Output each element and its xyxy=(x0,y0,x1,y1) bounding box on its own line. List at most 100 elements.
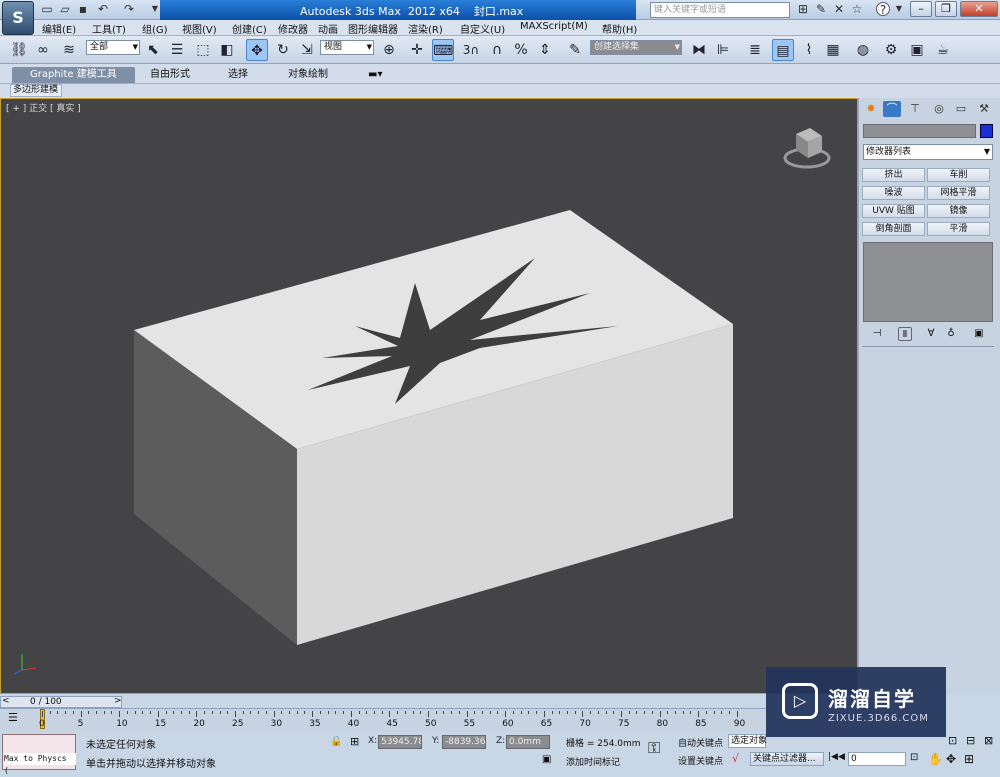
communication-icon[interactable]: ✕ xyxy=(832,2,846,16)
help-dropdown-icon[interactable]: ▼ xyxy=(892,2,906,16)
object-color-swatch[interactable] xyxy=(980,124,993,138)
menu-animation[interactable]: 动画 xyxy=(318,21,338,36)
keyboard-shortcut-override-icon[interactable]: ⌨ xyxy=(432,39,454,61)
help-icon[interactable]: ? xyxy=(876,2,890,17)
remove-modifier-icon[interactable]: ♁ xyxy=(944,327,958,341)
pin-stack-icon[interactable]: ⊣ xyxy=(870,327,884,341)
pivot-center-icon[interactable]: ⊕ xyxy=(378,39,400,61)
minimize-button[interactable]: – xyxy=(910,1,932,17)
selected-objects-dropdown[interactable]: 选定对象 xyxy=(728,734,767,748)
selection-filter-dropdown[interactable]: 全部 xyxy=(86,40,140,55)
maximize-viewport-icon[interactable]: ⊞ xyxy=(964,752,974,766)
time-configuration-icon[interactable]: ⊡ xyxy=(910,752,918,763)
polygon-modeling-tab[interactable]: 多边形建模 xyxy=(10,84,62,97)
render-setup-icon[interactable]: ⚙ xyxy=(880,39,902,61)
object-name-field[interactable] xyxy=(863,124,976,138)
absolute-mode-icon[interactable]: ⊞ xyxy=(350,735,359,748)
align-icon[interactable]: ⊫ xyxy=(712,39,734,61)
rectangular-selection-icon[interactable]: ⬚ xyxy=(192,39,214,61)
modify-tab-icon[interactable]: ⌒ xyxy=(883,101,901,117)
layer-manager-icon[interactable]: ≣ xyxy=(744,39,766,61)
search-input[interactable]: 键入关键字或短语 xyxy=(650,2,790,18)
listener-text[interactable]: Max to Physcs ( xyxy=(4,753,76,775)
noise-button[interactable]: 噪波 xyxy=(862,186,925,200)
undo-icon[interactable]: ↶ xyxy=(96,2,110,16)
bind-space-warp-icon[interactable]: ≋ xyxy=(58,39,80,61)
set-key-icon[interactable]: ⚿ xyxy=(648,738,660,758)
menu-modifiers[interactable]: 修改器 xyxy=(278,21,308,36)
pan-view-icon[interactable]: ✋ xyxy=(928,752,943,766)
utilities-tab-icon[interactable]: ⚒ xyxy=(975,101,993,117)
mirror-icon[interactable]: ⧓ xyxy=(688,39,710,61)
key-filters-icon[interactable]: √ xyxy=(732,752,739,765)
z-coordinate-field[interactable]: 0.0mm xyxy=(506,735,550,749)
viewport-label[interactable]: [ + ] 正交 [ 真实 ] xyxy=(6,101,81,114)
ribbon-options-icon[interactable]: ▬▾ xyxy=(360,67,390,83)
time-slider-next-icon[interactable]: > xyxy=(114,696,122,706)
spinner-snap-icon[interactable]: ⇕ xyxy=(534,39,556,61)
link-icon[interactable]: ⛓ xyxy=(8,39,30,61)
make-unique-icon[interactable]: ∀ xyxy=(924,327,938,341)
save-icon[interactable]: ▪ xyxy=(76,2,90,16)
close-button[interactable]: ✕ xyxy=(960,1,998,17)
viewcube-icon[interactable] xyxy=(782,124,832,170)
open-file-icon[interactable]: ▱ xyxy=(58,2,72,16)
menu-customize[interactable]: 自定义(U) xyxy=(460,21,505,36)
add-time-tag-button[interactable]: 添加时间标记 xyxy=(566,755,620,768)
binoculars-icon[interactable]: ⊞ xyxy=(796,2,810,16)
menu-rendering[interactable]: 渲染(R) xyxy=(408,21,443,36)
quick-access-dropdown-icon[interactable]: ▼ xyxy=(148,2,162,16)
menu-views[interactable]: 视图(V) xyxy=(182,21,217,36)
edit-named-selection-icon[interactable]: ✎ xyxy=(564,39,586,61)
bevel-profile-button[interactable]: 倒角剖面 xyxy=(862,222,925,236)
tab-object-paint[interactable]: 对象绘制 xyxy=(280,67,336,83)
time-tag-icon[interactable]: ▣ xyxy=(542,754,551,765)
angle-snap-icon[interactable]: ∩ xyxy=(486,39,508,61)
new-file-icon[interactable]: ▭ xyxy=(40,2,54,16)
percent-snap-icon[interactable]: % xyxy=(510,39,532,61)
orbit-icon[interactable]: ✥ xyxy=(946,752,956,766)
show-end-result-icon[interactable]: Ⅱ xyxy=(898,327,912,341)
zoom-extents-icon[interactable]: ⊡ xyxy=(948,734,957,747)
restore-button[interactable]: ❐ xyxy=(935,1,957,17)
curve-editor-icon[interactable]: ⌇ xyxy=(798,39,820,61)
create-tab-icon[interactable]: ✸ xyxy=(862,101,880,117)
graphite-toggle-icon[interactable]: ▤ xyxy=(772,39,794,61)
render-production-icon[interactable]: ☕ xyxy=(932,39,954,61)
mini-curve-editor-icon[interactable]: ☰ xyxy=(8,711,18,724)
set-key-button[interactable]: 设置关键点 xyxy=(678,754,723,767)
menu-help[interactable]: 帮助(H) xyxy=(602,21,637,36)
field-of-view-icon[interactable]: ⊠ xyxy=(984,734,993,747)
modifier-stack[interactable] xyxy=(863,242,993,322)
menu-maxscript[interactable]: MAXScript(M) xyxy=(520,21,588,32)
menu-tools[interactable]: 工具(T) xyxy=(92,21,126,36)
uvw-map-button[interactable]: UVW 贴图 xyxy=(862,204,925,218)
x-coordinate-field[interactable]: 53945.786 xyxy=(378,735,422,749)
display-tab-icon[interactable]: ▭ xyxy=(952,101,970,117)
go-to-start-icon[interactable]: |◀◀ xyxy=(828,752,845,762)
menu-graph-editors[interactable]: 图形编辑器 xyxy=(348,21,398,36)
select-object-icon[interactable]: ⬉ xyxy=(142,39,164,61)
mirror-button[interactable]: 镜像 xyxy=(927,204,990,218)
named-selection-dropdown[interactable]: 创建选择集 xyxy=(590,40,682,55)
smooth-button[interactable]: 平滑 xyxy=(927,222,990,236)
app-menu-button[interactable]: S xyxy=(2,1,34,35)
menu-edit[interactable]: 编辑(E) xyxy=(42,21,76,36)
reference-coordinate-dropdown[interactable]: 视图 xyxy=(320,40,374,55)
tab-selection[interactable]: 选择 xyxy=(220,67,256,83)
select-by-name-icon[interactable]: ☰ xyxy=(166,39,188,61)
auto-key-button[interactable]: 自动关键点 xyxy=(678,736,723,749)
unlink-icon[interactable]: ∞ xyxy=(32,39,54,61)
select-and-move-icon[interactable]: ✥ xyxy=(246,39,268,61)
favorites-icon[interactable]: ☆ xyxy=(850,2,864,16)
select-and-manipulate-icon[interactable]: ✛ xyxy=(406,39,428,61)
menu-create[interactable]: 创建(C) xyxy=(232,21,267,36)
tab-freeform[interactable]: 自由形式 xyxy=(142,67,198,83)
select-and-rotate-icon[interactable]: ↻ xyxy=(272,39,294,61)
menu-group[interactable]: 组(G) xyxy=(142,21,168,36)
hierarchy-tab-icon[interactable]: ⊤ xyxy=(906,101,924,117)
motion-tab-icon[interactable]: ◎ xyxy=(930,101,948,117)
configure-modifier-sets-icon[interactable]: ▣ xyxy=(972,327,986,341)
select-and-scale-icon[interactable]: ⇲ xyxy=(296,39,318,61)
current-frame-field[interactable]: 0 xyxy=(848,752,906,766)
